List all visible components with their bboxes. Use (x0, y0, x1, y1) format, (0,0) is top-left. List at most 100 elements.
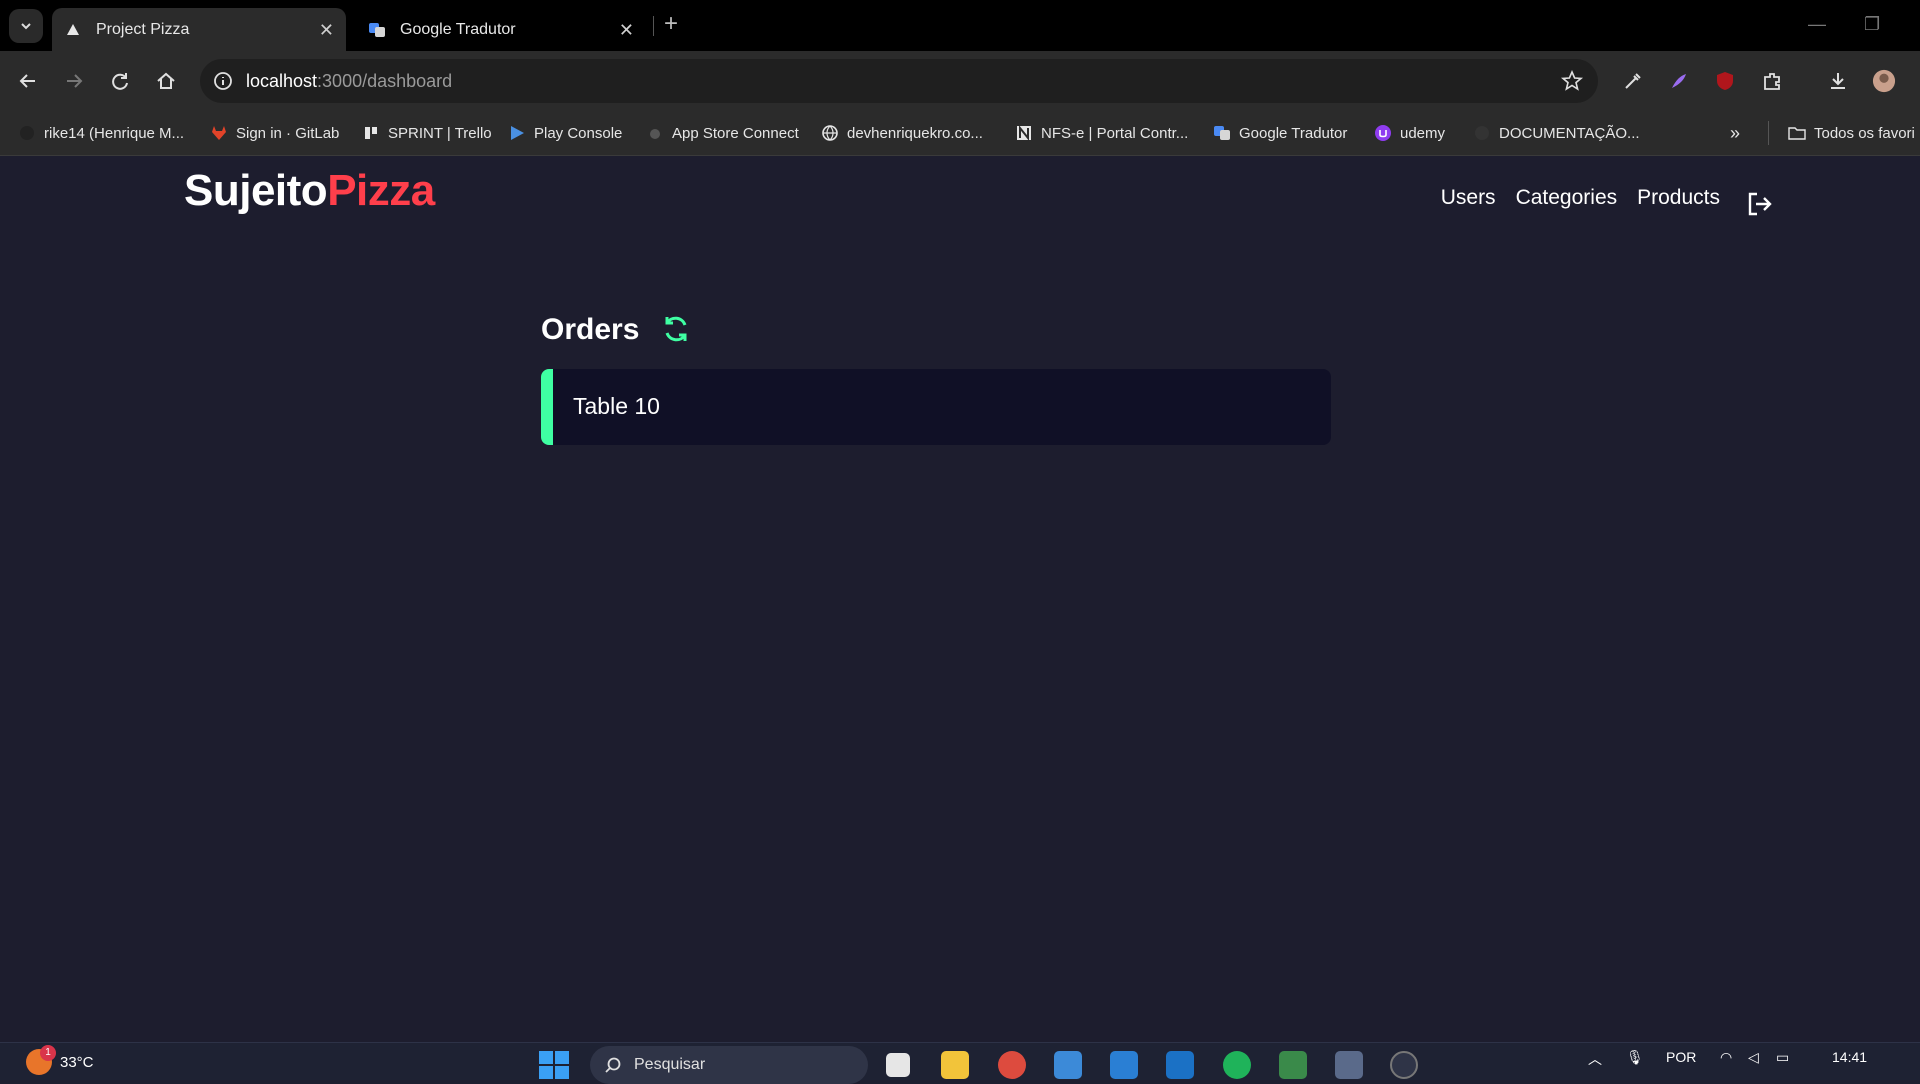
home-icon (157, 72, 175, 89)
tab-google-tradutor[interactable]: Google Tradutor ✕ (356, 8, 646, 51)
file-explorer-icon[interactable] (941, 1051, 969, 1079)
bookmark-label: NFS-e | Portal Contr... (1041, 124, 1189, 142)
home-button[interactable] (154, 69, 178, 93)
volume-icon[interactable]: ◁ (1748, 1049, 1759, 1066)
bookmarks-separator (1768, 121, 1769, 145)
bookmarks-bar: rike14 (Henrique M... Sign in · GitLab S… (0, 111, 1920, 156)
tab-separator (653, 16, 654, 36)
bookmark-star-icon[interactable] (1560, 69, 1584, 93)
bookmark-item[interactable]: rike14 (Henrique M... (18, 121, 184, 145)
bookmark-item[interactable]: Play Console (508, 121, 622, 145)
close-icon[interactable]: ✕ (319, 20, 334, 41)
wifi-icon[interactable]: ◠ (1720, 1049, 1732, 1066)
browser-toolbar: localhost:3000/dashboard (0, 51, 1920, 111)
logo-text-red: Pizza (327, 166, 435, 215)
weather-widget[interactable]: 1 33°C (26, 1045, 94, 1075)
bookmark-label: SPRINT | Trello (388, 124, 492, 142)
bookmark-label: Todos os favori (1814, 124, 1915, 142)
bookmark-item[interactable]: Google Tradutor (1213, 121, 1347, 145)
restore-icon[interactable]: ❐ (1864, 14, 1880, 35)
refresh-icon[interactable] (660, 313, 692, 345)
tray-chevron-up-icon[interactable]: ︿ (1588, 1049, 1602, 1069)
apple-icon (646, 124, 664, 142)
outlook-icon[interactable] (1166, 1051, 1194, 1079)
bookmark-label: udemy (1400, 124, 1446, 142)
profile-avatar[interactable] (1872, 69, 1896, 93)
close-icon[interactable]: ✕ (619, 20, 634, 41)
download-icon[interactable] (1826, 69, 1850, 93)
whatsapp-icon[interactable] (1223, 1051, 1251, 1079)
search-placeholder: Pesquisar (634, 1056, 706, 1073)
taskbar-search[interactable]: Pesquisar (590, 1046, 868, 1084)
tab-project-pizza[interactable]: Project Pizza ✕ (52, 8, 346, 51)
bookmark-item[interactable]: NFS-e | Portal Contr... (1015, 121, 1188, 145)
new-tab-button[interactable]: + (664, 10, 678, 38)
clock-time[interactable]: 14:41 (1832, 1049, 1867, 1065)
microsoft-store-icon[interactable] (1054, 1051, 1082, 1079)
bookmark-item[interactable]: Sign in · GitLab (210, 121, 339, 145)
arrow-right-icon (67, 74, 83, 88)
nav-users-link[interactable]: Users (1441, 186, 1496, 210)
windows-start-icon[interactable] (539, 1051, 569, 1079)
obs-icon[interactable] (1390, 1051, 1418, 1079)
feather-extension-icon[interactable] (1667, 69, 1691, 93)
chevron-down-icon (21, 23, 31, 30)
address-bar[interactable]: localhost:3000/dashboard (200, 59, 1598, 103)
extensions-puzzle-icon[interactable] (1760, 69, 1784, 93)
back-button[interactable] (16, 69, 40, 93)
main-nav: Users Categories Products (1421, 186, 1720, 210)
bookmark-item[interactable]: App Store Connect (646, 121, 799, 145)
udemy-icon (1374, 124, 1392, 142)
document-icon (1473, 124, 1491, 142)
weather-sun-icon: 1 (26, 1045, 56, 1075)
database-app-icon[interactable] (1335, 1051, 1363, 1079)
tab-title: Google Tradutor (400, 20, 516, 38)
chrome-icon[interactable] (998, 1051, 1026, 1079)
vscode-icon[interactable] (1110, 1051, 1138, 1079)
nav-categories-link[interactable]: Categories (1516, 186, 1618, 210)
spreadsheet-app-icon[interactable] (1279, 1051, 1307, 1079)
globe-icon (821, 124, 839, 142)
bookmark-label: DOCUMENTAÇÃO... (1499, 124, 1640, 142)
folder-icon (1788, 124, 1806, 142)
logout-icon[interactable] (1745, 189, 1775, 219)
gitlab-icon (210, 124, 228, 142)
play-console-icon (508, 124, 526, 142)
tab-search-button[interactable] (9, 9, 43, 43)
reload-button[interactable] (108, 69, 132, 93)
ublock-extension-icon[interactable] (1713, 69, 1737, 93)
language-indicator[interactable]: POR (1666, 1049, 1696, 1065)
site-info-icon[interactable] (212, 70, 234, 92)
nav-products-link[interactable]: Products (1637, 186, 1720, 210)
google-translate-icon (1213, 124, 1231, 142)
app-logo[interactable]: SujeitoPizza (184, 166, 435, 216)
orders-title: Orders (541, 313, 640, 346)
trello-icon (362, 124, 380, 142)
task-view-icon[interactable] (886, 1053, 910, 1077)
bookmark-item[interactable]: DOCUMENTAÇÃO... (1473, 121, 1640, 145)
url-host: localhost (246, 71, 318, 91)
microphone-icon[interactable]: 🎙 (1626, 1049, 1644, 1066)
bookmark-item[interactable]: udemy (1374, 121, 1445, 145)
bookmark-item[interactable]: devhenriquekro.co... (821, 121, 983, 145)
order-status-bar (541, 369, 553, 445)
bookmark-label: rike14 (Henrique M... (44, 124, 185, 142)
url-path: :3000/dashboard (317, 71, 453, 91)
bookmark-label: Sign in · GitLab (236, 124, 340, 142)
app-favicon-icon (64, 21, 82, 39)
arrow-left-icon (19, 74, 35, 88)
url-text[interactable]: localhost:3000/dashboard (246, 71, 452, 92)
all-bookmarks-folder[interactable]: Todos os favori (1788, 121, 1915, 145)
forward-button[interactable] (62, 69, 86, 93)
browser-tab-bar: Project Pizza ✕ Google Tradutor ✕ + — ❐ (0, 0, 1920, 51)
battery-icon[interactable]: ▭ (1776, 1049, 1789, 1066)
eyedropper-extension-icon[interactable] (1621, 69, 1645, 93)
bookmark-label: Play Console (534, 124, 623, 142)
bookmarks-overflow-button[interactable]: » (1730, 121, 1740, 145)
bookmark-item[interactable]: SPRINT | Trello (362, 121, 492, 145)
os-taskbar: 1 33°C Pesquisar ︿ 🎙 POR ◠ ◁ ▭ 14:41 (0, 1042, 1920, 1084)
google-translate-icon (368, 21, 386, 39)
order-item[interactable]: Table 10 (541, 369, 1331, 445)
minimize-icon[interactable]: — (1808, 14, 1826, 35)
notification-badge: 1 (40, 1045, 56, 1061)
